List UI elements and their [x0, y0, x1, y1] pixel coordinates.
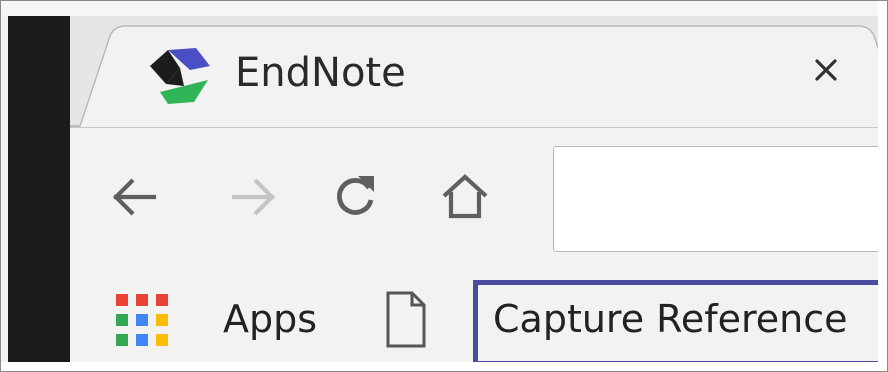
window-bottom-edge [0, 362, 888, 372]
left-dark-strip [8, 16, 70, 362]
home-button[interactable] [438, 170, 492, 224]
window-top-edge [0, 0, 888, 16]
close-icon[interactable] [808, 52, 844, 88]
home-icon [442, 174, 488, 219]
back-button[interactable] [108, 170, 162, 224]
capture-reference-bookmark[interactable]: Capture Reference [493, 292, 848, 346]
address-bar-input[interactable] [553, 146, 888, 252]
page-icon [386, 291, 426, 348]
browser-window: EndNote Apps Capture Reference [0, 0, 888, 372]
window-right-edge [878, 0, 888, 372]
arrow-left-icon [113, 178, 157, 216]
reload-icon [337, 176, 374, 215]
arrow-right-icon [231, 178, 275, 216]
forward-button[interactable] [226, 170, 280, 224]
tab-title: EndNote [235, 50, 406, 96]
apps-bookmark-label[interactable]: Apps [223, 292, 317, 346]
apps-grid-icon[interactable] [116, 294, 168, 346]
endnote-logo-icon [150, 48, 210, 104]
reload-button[interactable] [328, 170, 382, 224]
